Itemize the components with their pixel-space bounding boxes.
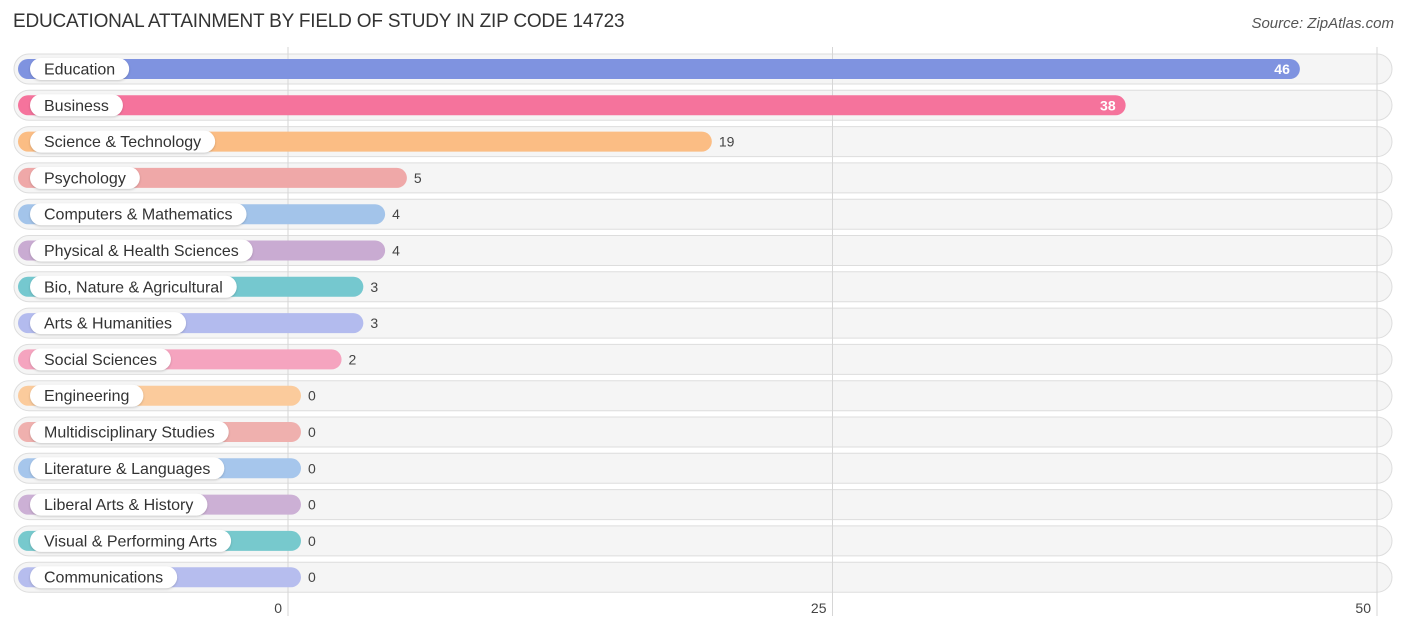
value-label: 2: [349, 351, 357, 367]
category-label: Education: [44, 62, 115, 79]
tick-label: 50: [1355, 600, 1371, 616]
bar-group: Engineering 0: [18, 384, 316, 407]
bar-group: Psychology 5: [18, 166, 422, 189]
bar-group: Liberal Arts & History 0: [18, 493, 316, 516]
bar-chart: Education 46 Business 38 Science & Technolog…: [13, 47, 1393, 616]
value-label: 38: [1100, 97, 1116, 113]
bar-group: Multidisciplinary Studies 0: [18, 421, 316, 443]
category-label: Business: [44, 98, 109, 115]
value-label: 0: [308, 424, 316, 440]
category-label: Literature & Languages: [44, 461, 210, 478]
bar-group: Education 46: [18, 58, 1300, 80]
value-label: 19: [719, 134, 735, 150]
value-label: 5: [414, 170, 422, 186]
tick-label: 25: [811, 600, 827, 616]
value-label: 0: [308, 497, 316, 513]
bar-group: Business 38: [18, 94, 1126, 117]
bar: [18, 59, 1300, 79]
bar-group: Arts & Humanities 3: [18, 312, 378, 335]
value-label: 4: [392, 243, 400, 259]
value-label: 0: [308, 388, 316, 404]
value-label: 4: [392, 206, 400, 222]
bar-group: Literature & Languages 0: [18, 457, 316, 480]
category-label: Multidisciplinary Studies: [44, 425, 215, 442]
value-label: 3: [370, 279, 378, 295]
value-label: 0: [308, 533, 316, 549]
bar-group: Visual & Performing Arts 0: [18, 529, 316, 552]
bar-group: Computers & Mathematics 4: [18, 203, 400, 226]
x-axis-ticks: 0 25 50: [274, 600, 1371, 616]
category-label: Visual & Performing Arts: [44, 533, 217, 550]
bar-group: Social Sciences 2: [18, 348, 357, 371]
value-label: 0: [308, 569, 316, 585]
category-label: Liberal Arts & History: [44, 497, 193, 514]
category-label: Communications: [44, 570, 163, 587]
value-label: 3: [370, 315, 378, 331]
category-label: Bio, Nature & Agricultural: [44, 279, 223, 296]
bar-group: Communications 0: [18, 566, 316, 589]
bar-group: Physical & Health Sciences 4: [18, 239, 400, 262]
category-label: Computers & Mathematics: [44, 207, 233, 224]
value-label: 0: [308, 460, 316, 476]
category-label: Psychology: [44, 170, 126, 187]
tick-label: 0: [274, 600, 282, 616]
category-label: Arts & Humanities: [44, 316, 172, 333]
bar: [18, 95, 1126, 116]
bar-group: Science & Technology 19: [18, 130, 735, 153]
category-label: Physical & Health Sciences: [44, 243, 239, 260]
category-label: Social Sciences: [44, 352, 157, 369]
category-label: Science & Technology: [44, 134, 201, 151]
bar-group: Bio, Nature & Agricultural 3: [18, 275, 378, 298]
category-label: Engineering: [44, 388, 129, 405]
value-label: 46: [1274, 61, 1290, 77]
